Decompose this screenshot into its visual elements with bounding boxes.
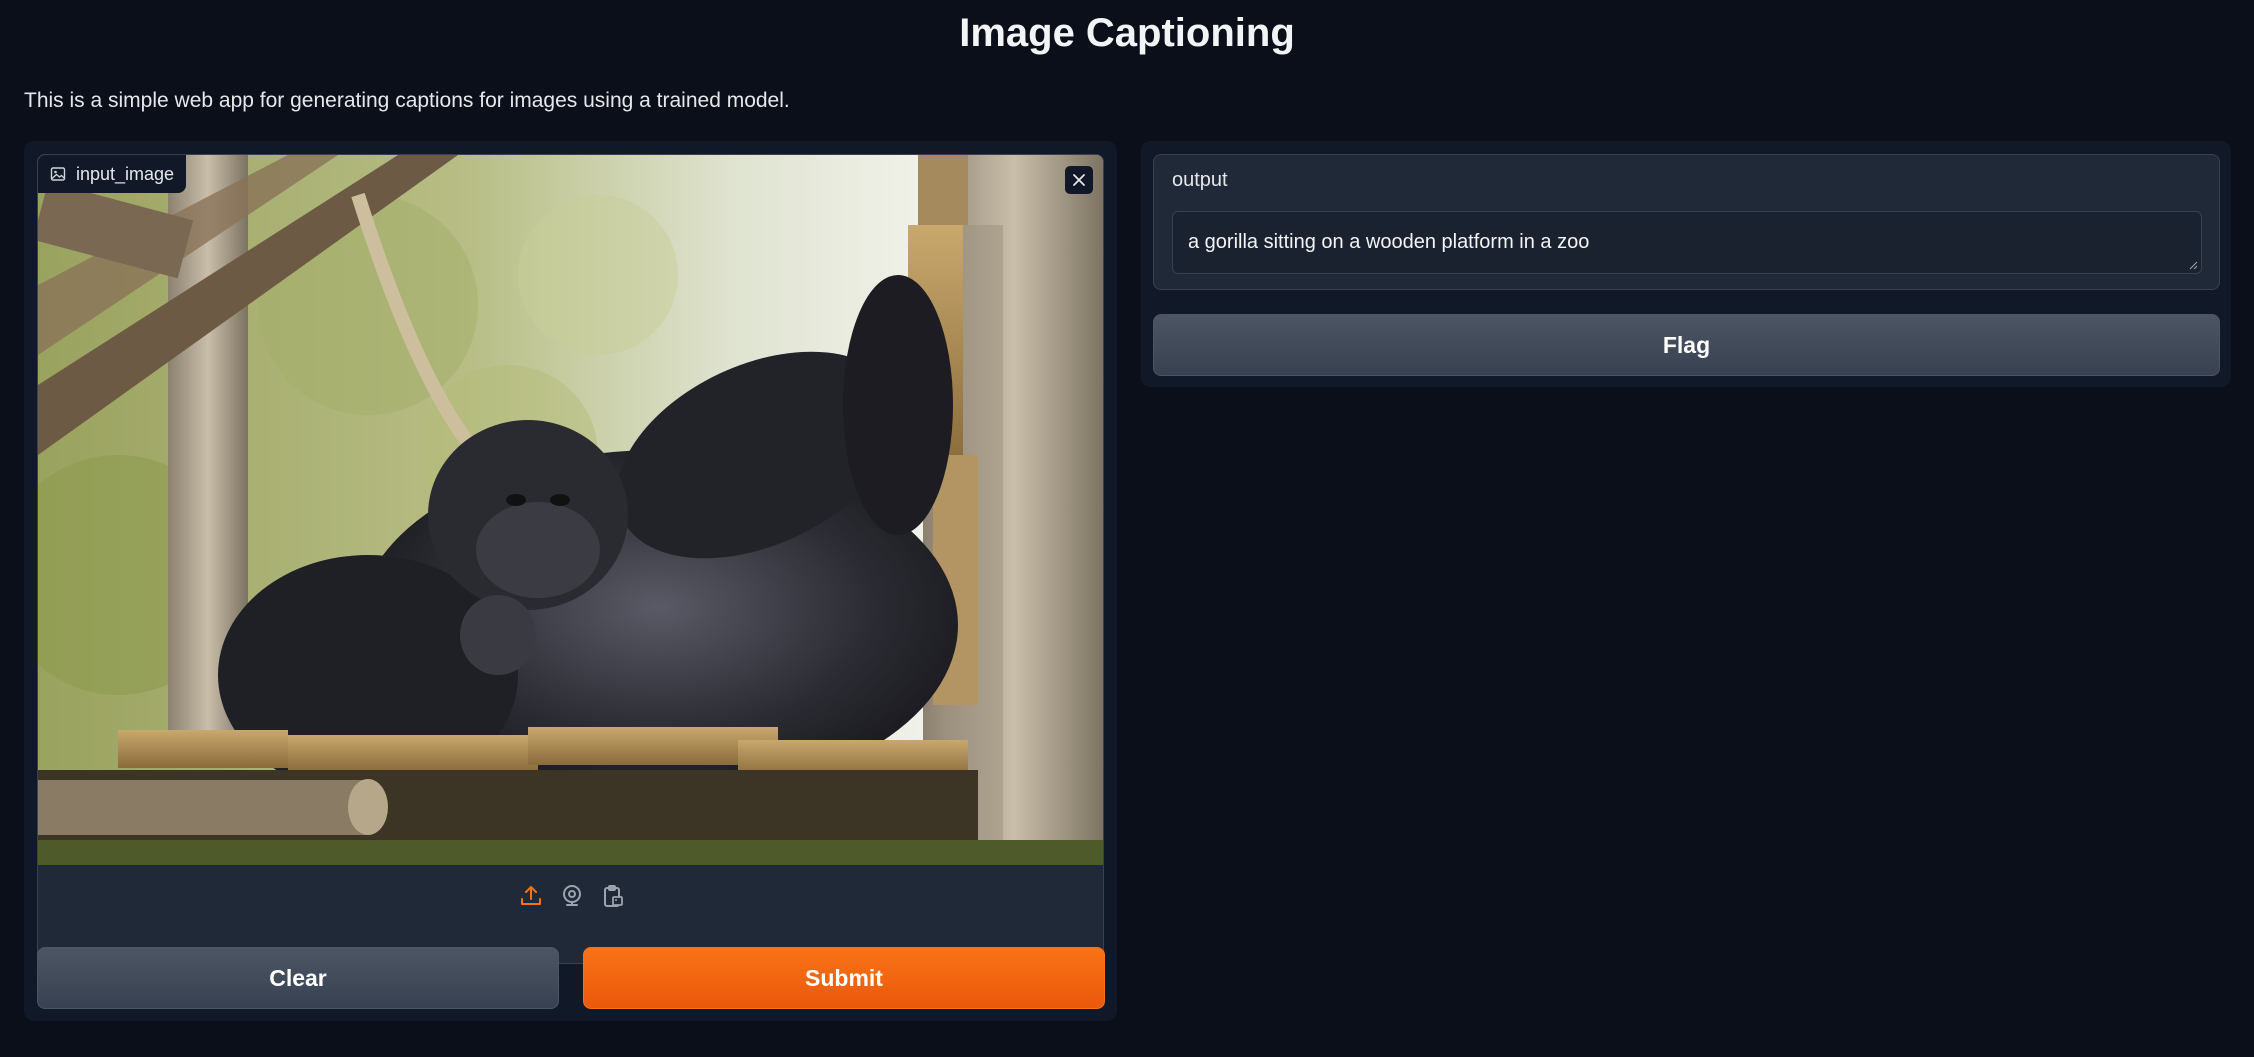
flag-button[interactable]: Flag <box>1153 314 2220 376</box>
page-description: This is a simple web app for generating … <box>24 89 790 112</box>
clear-button[interactable]: Clear <box>37 947 559 1009</box>
output-block: output a gorilla sitting on a wooden pla… <box>1153 154 2220 290</box>
gorilla-photo <box>38 155 1103 865</box>
clipboard-icon <box>603 884 623 907</box>
clipboard-source-button[interactable] <box>599 882 626 909</box>
input-image-label: input_image <box>38 155 187 193</box>
output-panel: output a gorilla sitting on a wooden pla… <box>1141 141 2231 387</box>
uploaded-image[interactable]: input_image <box>38 155 1103 865</box>
output-label: output <box>1172 169 1228 191</box>
submit-button[interactable]: Submit <box>583 947 1105 1009</box>
webcam-icon <box>562 884 581 906</box>
resize-grip-icon[interactable] <box>2188 260 2198 270</box>
input-panel: input_image Clear Submit <box>24 141 1117 1021</box>
upload-icon <box>520 885 541 905</box>
remove-image-button[interactable] <box>1065 166 1093 194</box>
output-caption: a gorilla sitting on a wooden platform i… <box>1188 231 1590 253</box>
upload-source-button[interactable] <box>517 882 544 909</box>
image-input-block: input_image <box>37 154 1104 964</box>
page-title: Image Captioning <box>959 11 1295 55</box>
webcam-source-button[interactable] <box>558 882 585 909</box>
output-textbox[interactable]: a gorilla sitting on a wooden platform i… <box>1172 211 2202 274</box>
input-image-label-text: input_image <box>76 163 175 184</box>
image-icon <box>50 167 66 181</box>
close-icon <box>1073 174 1085 186</box>
